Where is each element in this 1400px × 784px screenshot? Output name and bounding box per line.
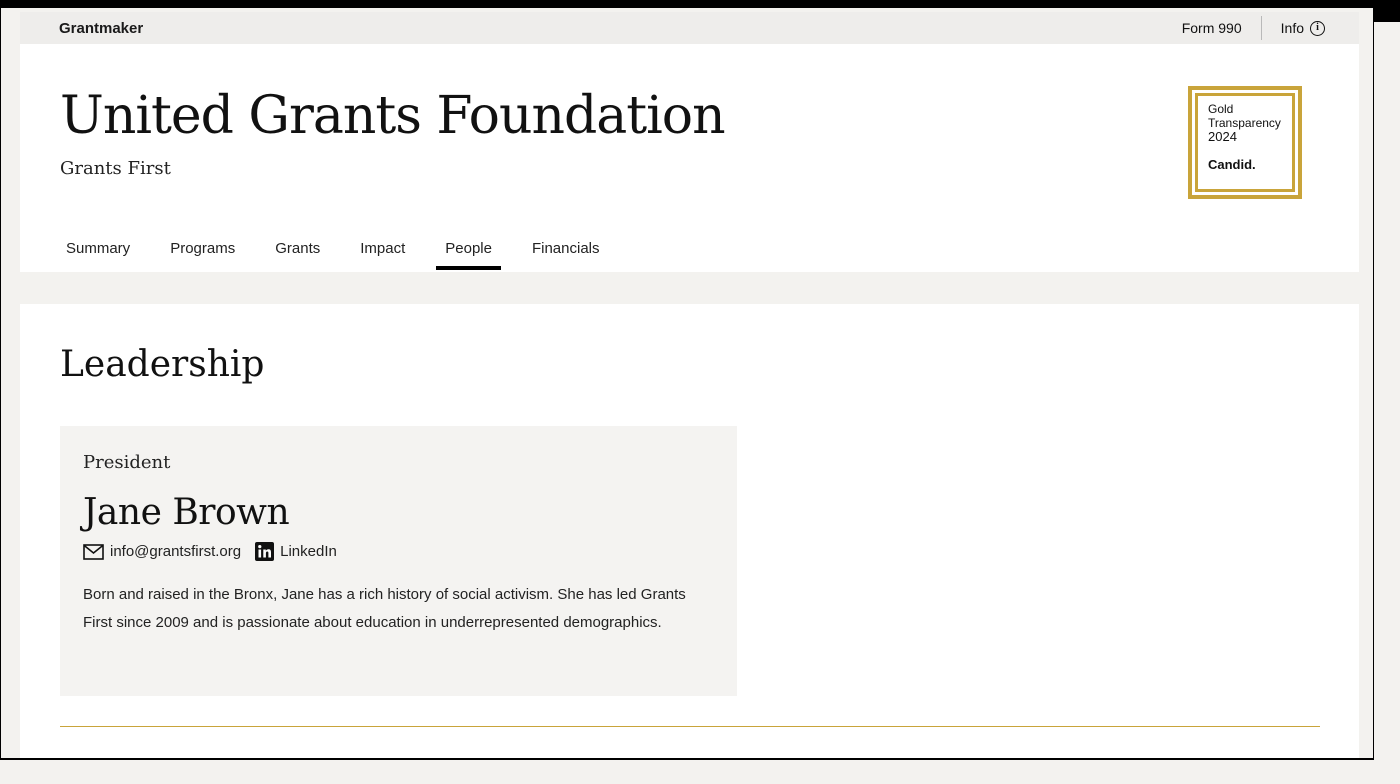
linkedin-link[interactable]: LinkedIn [255,542,337,561]
linkedin-label: LinkedIn [280,543,337,560]
tab-grants[interactable]: Grants [266,234,329,270]
people-section: Leadership President Jane Brown info@gra… [20,304,1359,758]
mail-icon [83,543,104,560]
tab-programs[interactable]: Programs [161,234,244,270]
info-label: Info [1280,20,1304,36]
tab-financials[interactable]: Financials [523,234,609,270]
tab-impact[interactable]: Impact [351,234,414,270]
info-circle-icon: i [1310,20,1325,36]
window-shadow-right [1374,22,1400,760]
page-sheet: Grantmaker Form 990 Info i United Grants… [1,8,1373,758]
leader-bio: Born and raised in the Bronx, Jane has a… [83,586,686,631]
org-subtitle: Grants First [60,158,171,179]
leader-name: Jane Brown [83,492,290,533]
seal-line-1: Gold [1208,102,1234,116]
form-990-link[interactable]: Form 990 [1182,20,1242,36]
info-link[interactable]: Info i [1281,20,1325,36]
top-nav-divider [1260,16,1262,40]
tab-people[interactable]: People [436,234,501,270]
transparency-seal: Gold Transparency 2024 Candid. [1188,86,1302,199]
tab-summary[interactable]: Summary [57,234,139,270]
linkedin-icon [255,542,275,561]
profile-tabs: Summary Programs Grants Impact People Fi… [57,234,631,270]
window-shadow-bottom [0,760,1400,784]
email-address: info@grantsfirst.org [110,543,242,560]
top-bar: Grantmaker Form 990 Info i [20,12,1359,44]
leader-card: President Jane Brown info@grantsfirst.or… [60,426,737,696]
transparency-seal-inner: Gold Transparency 2024 Candid. [1195,93,1295,192]
email-link[interactable]: info@grantsfirst.org [83,543,241,560]
brand-label: Grantmaker [59,19,144,37]
top-nav: Form 990 Info i [1182,16,1325,40]
leader-role: President [83,452,171,473]
section-title: Leadership [60,344,265,385]
section-divider [60,726,1320,727]
org-header: United Grants Foundation Grants First Go… [20,44,1359,272]
page-title: United Grants Foundation [60,86,726,146]
leader-contacts: info@grantsfirst.org LinkedIn [83,542,351,561]
seal-brand: Candid. [1208,157,1256,172]
seal-line-2: Transparency [1208,116,1281,130]
seal-year: 2024 [1208,129,1237,144]
